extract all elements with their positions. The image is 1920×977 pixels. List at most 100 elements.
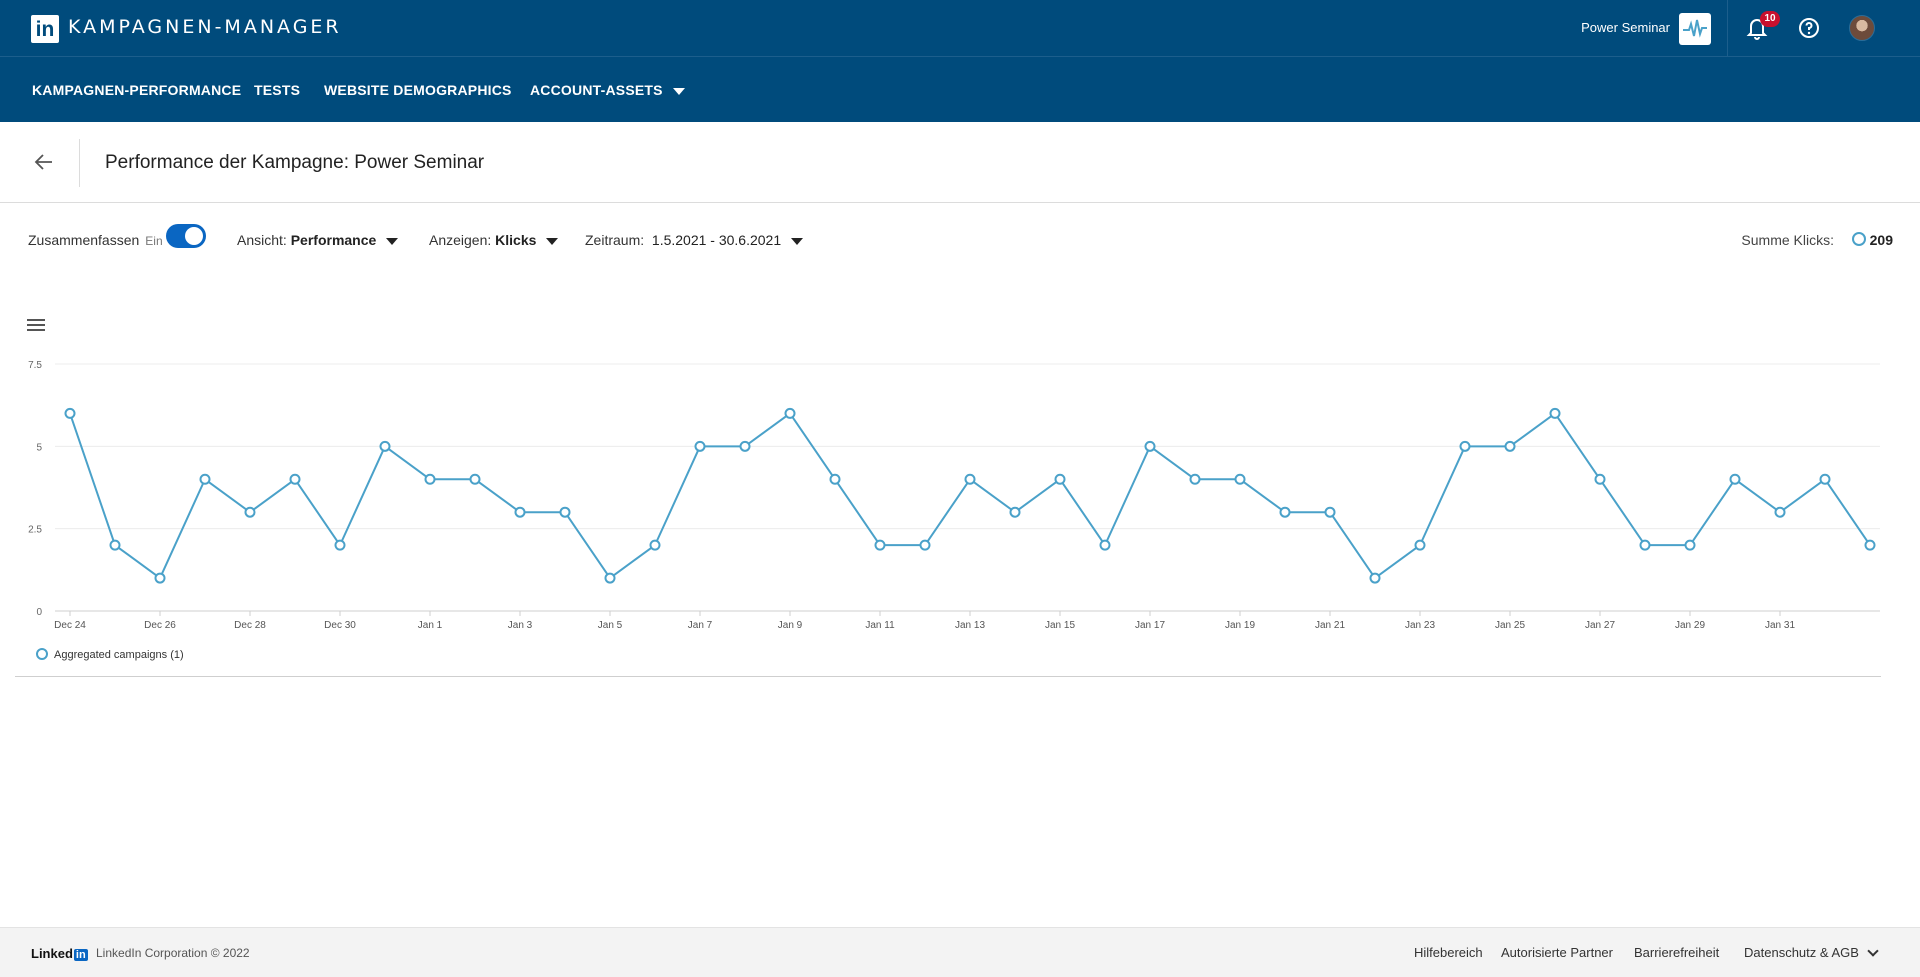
chevron-down-icon bbox=[791, 237, 804, 245]
x-tick-label: Jan 5 bbox=[598, 620, 623, 631]
data-point bbox=[1864, 539, 1876, 551]
legend-marker bbox=[36, 648, 48, 660]
data-point bbox=[199, 473, 211, 485]
data-point bbox=[559, 506, 571, 518]
chevron-down-icon bbox=[386, 237, 399, 245]
page-title: Performance der Kampagne: Power Seminar bbox=[105, 152, 485, 173]
topbar-divider bbox=[1727, 0, 1728, 57]
page-header: Performance der Kampagne: Power Seminar bbox=[0, 122, 1920, 203]
x-tick-label: Jan 11 bbox=[865, 620, 895, 631]
view-label: Ansicht: bbox=[237, 232, 287, 248]
clicks-line-chart: 0 2.5 5 7.5 Dec 24 Dec 26 Dec 28 Dec 30 Jan 1 Jan… bbox=[28, 360, 1880, 661]
sum-label: Summe Klicks: bbox=[1741, 232, 1834, 248]
data-point bbox=[1729, 473, 1741, 485]
x-tick-label: Jan 21 bbox=[1315, 620, 1345, 631]
data-point bbox=[244, 506, 256, 518]
data-point bbox=[1639, 539, 1651, 551]
nav-item-website-demographics[interactable]: WEBSITE DEMOGRAPHICS bbox=[324, 82, 512, 98]
toggle-knob bbox=[185, 227, 203, 245]
data-point bbox=[1414, 539, 1426, 551]
footer-link-accessibility[interactable]: Barrierefreiheit bbox=[1634, 945, 1719, 960]
x-tick-label: Jan 27 bbox=[1585, 620, 1615, 631]
footer-copyright: LinkedIn Corporation © 2022 bbox=[96, 946, 250, 960]
footer-logo-word: Linked bbox=[31, 946, 73, 961]
nav-item-account-assets[interactable]: ACCOUNT-ASSETS bbox=[530, 82, 685, 98]
data-point bbox=[694, 440, 706, 452]
view-dropdown[interactable]: Ansicht: Performance bbox=[237, 232, 399, 248]
data-point bbox=[379, 440, 391, 452]
data-point bbox=[1594, 473, 1606, 485]
chevron-down-icon bbox=[1867, 945, 1879, 957]
data-point bbox=[424, 473, 436, 485]
header-divider bbox=[79, 139, 80, 187]
x-tick-label: Jan 9 bbox=[778, 620, 803, 631]
back-arrow-icon[interactable] bbox=[30, 148, 58, 176]
y-tick-label: 5 bbox=[36, 442, 42, 453]
x-tick-label: Jan 7 bbox=[688, 620, 713, 631]
data-point bbox=[1234, 473, 1246, 485]
footer-link-partners[interactable]: Autorisierte Partner bbox=[1501, 945, 1613, 960]
x-tick-label: Jan 3 bbox=[508, 620, 533, 631]
account-icon[interactable] bbox=[1679, 13, 1711, 45]
data-point bbox=[469, 473, 481, 485]
data-point bbox=[964, 473, 976, 485]
help-icon[interactable] bbox=[1797, 16, 1821, 40]
data-point bbox=[1684, 539, 1696, 551]
data-point bbox=[919, 539, 931, 551]
footer-link-privacy-terms-label: Datenschutz & AGB bbox=[1744, 945, 1859, 960]
chart-controls: Zusammenfassen Ein Ansicht: Performance A… bbox=[0, 222, 1920, 262]
x-tick-label: Jan 31 bbox=[1765, 620, 1795, 631]
show-dropdown[interactable]: Anzeigen: Klicks bbox=[429, 232, 559, 248]
data-point bbox=[739, 440, 751, 452]
x-tick-label: Jan 17 bbox=[1135, 620, 1165, 631]
series-line bbox=[69, 412, 1871, 580]
app-title: KAMPAGNEN-MANAGER bbox=[68, 16, 342, 38]
data-point bbox=[64, 407, 76, 419]
main-nav: KAMPAGNEN-PERFORMANCE TESTS WEBSITE DEMO… bbox=[0, 57, 1920, 122]
data-point bbox=[514, 506, 526, 518]
nav-item-tests[interactable]: TESTS bbox=[254, 82, 300, 98]
period-value: 1.5.2021 - 30.6.2021 bbox=[651, 232, 782, 248]
x-tick-label: Dec 24 bbox=[54, 620, 86, 631]
chart-divider bbox=[15, 676, 1881, 677]
chart-menu-icon[interactable] bbox=[27, 319, 45, 333]
data-point bbox=[1144, 440, 1156, 452]
show-value: Klicks bbox=[495, 232, 537, 248]
data-point bbox=[1369, 572, 1381, 584]
summarize-label: Zusammenfassen bbox=[28, 232, 140, 248]
nav-item-account-assets-label: ACCOUNT-ASSETS bbox=[530, 82, 663, 98]
data-point bbox=[1099, 539, 1111, 551]
data-point bbox=[1549, 407, 1561, 419]
view-value: Performance bbox=[290, 232, 377, 248]
y-tick-label: 2.5 bbox=[28, 525, 42, 536]
footer-link-help[interactable]: Hilfebereich bbox=[1414, 945, 1483, 960]
user-avatar[interactable] bbox=[1849, 15, 1875, 41]
nav-item-campaign-performance[interactable]: KAMPAGNEN-PERFORMANCE bbox=[32, 82, 241, 98]
account-name[interactable]: Power Seminar bbox=[1581, 20, 1670, 35]
linkedin-logo[interactable]: in bbox=[31, 15, 59, 43]
data-point bbox=[1819, 473, 1831, 485]
data-point bbox=[334, 539, 346, 551]
summarize-toggle[interactable] bbox=[166, 224, 206, 248]
x-tick-label: Dec 26 bbox=[144, 620, 176, 631]
summarize-state: Ein bbox=[145, 234, 163, 248]
x-tick-label: Jan 15 bbox=[1045, 620, 1075, 631]
data-point bbox=[784, 407, 796, 419]
legend-label: Aggregated campaigns (1) bbox=[54, 649, 184, 661]
data-point bbox=[649, 539, 661, 551]
period-label: Zeitraum: bbox=[585, 232, 645, 248]
x-tick-label: Jan 29 bbox=[1675, 620, 1705, 631]
y-tick-label: 7.5 bbox=[28, 360, 42, 371]
data-point bbox=[1279, 506, 1291, 518]
footer-linkedin-logo[interactable]: Linked in bbox=[31, 946, 88, 961]
x-tick-label: Jan 13 bbox=[955, 620, 985, 631]
data-point bbox=[1324, 506, 1336, 518]
x-tick-label: Jan 19 bbox=[1225, 620, 1255, 631]
period-dropdown[interactable]: Zeitraum: 1.5.2021 - 30.6.2021 bbox=[585, 232, 804, 248]
data-point bbox=[1504, 440, 1516, 452]
data-point bbox=[1459, 440, 1471, 452]
notifications-badge: 10 bbox=[1760, 11, 1780, 27]
data-point bbox=[1774, 506, 1786, 518]
footer-link-privacy-terms[interactable]: Datenschutz & AGB bbox=[1744, 945, 1879, 960]
x-tick-label: Dec 28 bbox=[234, 620, 266, 631]
